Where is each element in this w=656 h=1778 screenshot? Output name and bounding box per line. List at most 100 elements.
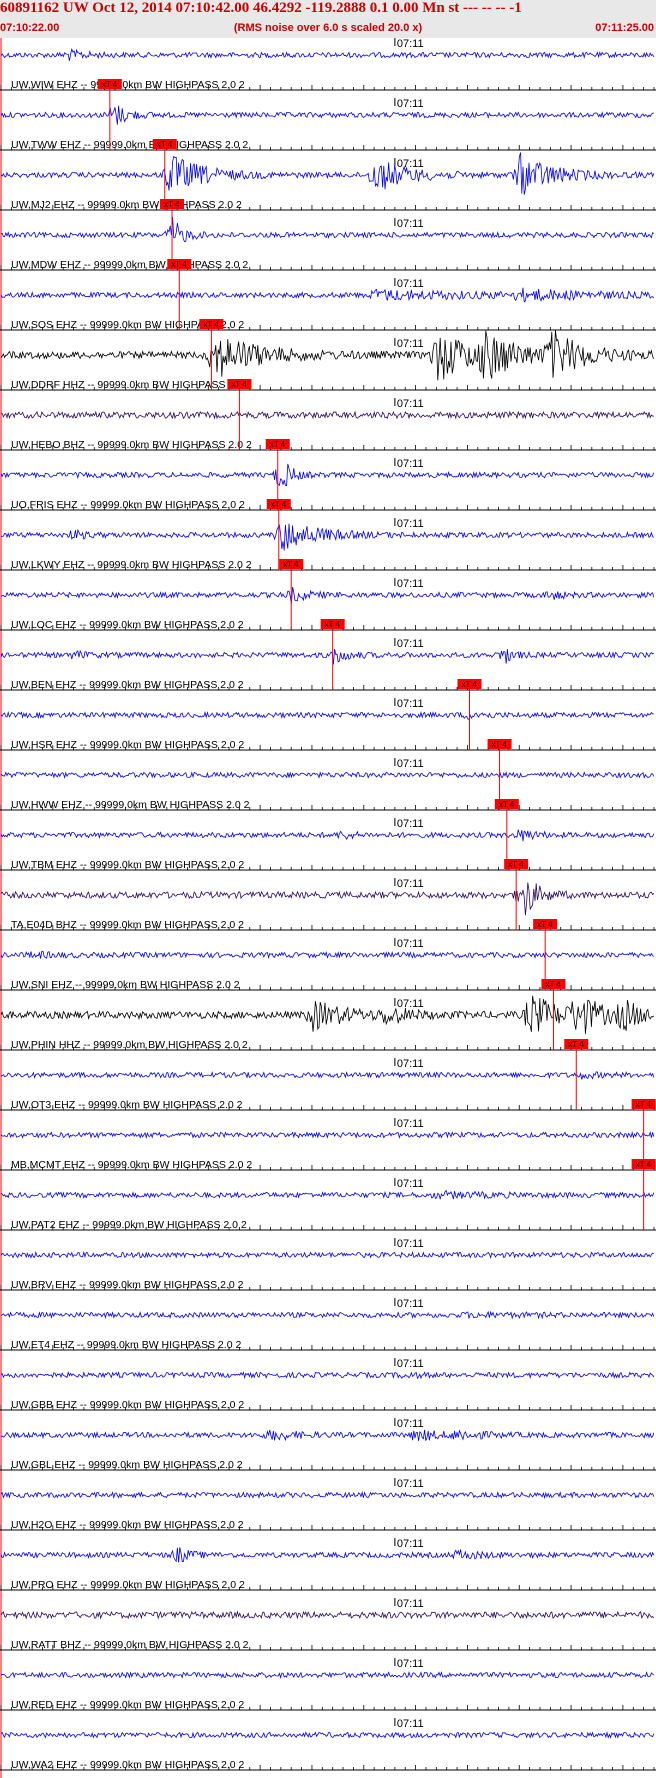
pick-label: xT 4 (545, 980, 561, 989)
pick-label: xT 4 (171, 260, 187, 269)
trace-row: 07:11 UW,WA2 EHZ -- 99999.0km BW HIGHPASS… (0, 1718, 656, 1771)
minute-mark-label: 07:11 (397, 938, 424, 950)
waveform-trace (0, 105, 654, 125)
minute-mark-label: 07:11 (397, 1418, 424, 1430)
header-bar: 60891162 UW Oct 12, 2014 07:10:42.00 46.… (0, 0, 656, 38)
waveform-trace (0, 463, 655, 487)
minute-mark-label: 07:11 (397, 1058, 424, 1070)
station-label: UW,PHIN HHZ -- 99999.0km BW HIGHPASS 2.0… (11, 1039, 248, 1051)
pick-label: xT 4 (271, 500, 287, 509)
station-label: UW,MJ2 EHZ -- 99999.0km BW HIGHPASS 2.0 … (11, 199, 242, 211)
minute-mark-label: 07:11 (397, 1538, 424, 1550)
minute-mark-label: 07:11 (397, 98, 424, 110)
waveform-trace (0, 1610, 655, 1620)
waveform-trace (0, 710, 654, 720)
waveform-trace (0, 950, 655, 960)
pick-label: xT 4 (203, 320, 219, 329)
minute-mark-label: 07:11 (397, 698, 424, 710)
waveform-trace (0, 1310, 655, 1320)
waveform-trace (0, 329, 655, 381)
station-label: UW,RED EHZ -- 99999.0km BW HIGHPASS 2.0 … (11, 1699, 244, 1711)
minute-mark-label: 07:11 (397, 998, 424, 1010)
waveform-trace (0, 217, 655, 242)
station-label: UW,TWW EHZ -- 99999.0km BW HIGHPASS 2.0 … (11, 139, 248, 151)
pick-label: xT 4 (568, 1040, 584, 1049)
trace-row: 07:11 UW,PRO EHZ -- 99999.0km BW HIGHPASS… (0, 1538, 656, 1591)
pick-label: xT 4 (462, 680, 478, 689)
end-time: 07:11:25.00 (595, 22, 654, 34)
waveform-trace (0, 995, 655, 1034)
waveform-trace (0, 523, 655, 551)
waveform-trace (0, 1250, 655, 1260)
station-label: UW,RATT BHZ -- 99999.0km BW HIGHPASS 2.0… (11, 1639, 249, 1651)
station-label: MB,MCMT EHZ -- 99999.0km BW HIGHPASS 2.0… (11, 1159, 252, 1171)
waveform-trace (0, 1547, 655, 1563)
waveform-trace (0, 1130, 655, 1140)
trace-row: 07:11 UW,H2O EHZ -- 99999.0km BW HIGHPASS… (0, 1478, 656, 1531)
trace-row: 07:11 UW,GBB EHZ -- 99999.0km BW HIGHPASS… (0, 1358, 656, 1411)
minute-mark-label: 07:11 (397, 458, 424, 470)
station-label: UW,BEN EHZ -- 99999.0km BW HIGHPASS 2.0 … (11, 679, 244, 691)
station-label: UW,HSR EHZ -- 99999.0km BW HIGHPASS 2.0 … (11, 739, 244, 751)
trace-row: 07:11 UW,ET4 EHZ -- 99999.0km BW HIGHPASS… (0, 1298, 656, 1351)
seismogram-plot: 07:11 UW,WIW EHZ -- 99999.0km BW HIGHPASS… (0, 38, 656, 1778)
waveform-trace (0, 1071, 655, 1080)
pick-label: xT 4 (492, 740, 508, 749)
station-label: UW,H2O EHZ -- 99999.0km BW HIGHPASS 2.0 … (11, 1519, 244, 1531)
trace-row: 07:11 UW,RATT BHZ -- 99999.0km BW HIGHPAS… (0, 1598, 656, 1651)
station-label: UW,LKWY EHZ -- 99999.0km BW HIGHPASS 2.0… (11, 559, 252, 571)
station-label: UW,GBB EHZ -- 99999.0km BW HIGHPASS 2.0 … (11, 1399, 244, 1411)
pick-label: xT 4 (283, 560, 299, 569)
pick-label: xT 4 (102, 80, 118, 89)
station-label: UW,TBM EHZ -- 99999.0km BW HIGHPASS 2.0 … (11, 859, 244, 871)
pick-label: xT 4 (157, 140, 173, 149)
minute-mark-label: 07:11 (397, 1718, 424, 1730)
minute-mark-label: 07:11 (397, 338, 424, 350)
station-label: UW,MDW EHZ -- 99999.0km BW HIGHPASS 2.0 … (11, 259, 248, 271)
station-label: UW,PRO EHZ -- 99999.0km BW HIGHPASS 2.0 … (11, 1579, 245, 1591)
event-title: 60891162 UW Oct 12, 2014 07:10:42.00 46.… (0, 0, 522, 16)
waveform-trace (0, 287, 655, 303)
trace-row: 07:11 UW,GBL EHZ -- 99999.0km BW HIGHPASS… (0, 1418, 656, 1471)
station-label: UW,LOC EHZ -- 99999.0km BW HIGHPASS 2.0 … (11, 619, 244, 631)
pick-label: xT 4 (636, 1160, 652, 1169)
station-label: UW,OT3 EHZ -- 99999.0km BW HIGHPASS 2.0 … (11, 1099, 243, 1111)
minute-mark-label: 07:11 (397, 1178, 424, 1190)
waveform-trace (0, 1371, 655, 1380)
station-label: UW,GBL EHZ -- 99999.0km BW HIGHPASS 2.0 … (11, 1459, 243, 1471)
minute-mark-label: 07:11 (397, 1298, 424, 1310)
waveform-trace (0, 1731, 655, 1739)
pick-label: xT 4 (270, 440, 286, 449)
minute-mark-label: 07:11 (397, 158, 424, 170)
minute-mark-label: 07:11 (397, 218, 424, 230)
minute-mark-label: 07:11 (397, 278, 424, 290)
pick-label: xT 4 (636, 1100, 652, 1109)
waveform-trace (0, 1189, 655, 1200)
minute-mark-label: 07:11 (397, 1238, 424, 1250)
minute-mark-label: 07:11 (397, 1658, 424, 1670)
station-label: UW,BRV EHZ -- 99999.0km BW HIGHPASS 2.0 … (11, 1279, 244, 1291)
waveform-trace (0, 882, 655, 916)
waveform-trace (0, 771, 655, 779)
rms-subtitle: (RMS noise over 6.0 s scaled 20.0 x) (233, 22, 423, 34)
pick-label: xT 4 (231, 380, 247, 389)
minute-mark-label: 07:11 (397, 1118, 424, 1130)
station-label: UW,WIW EHZ -- 99999.0km BW HIGHPASS 2.0 … (11, 79, 245, 91)
station-label: UW,HEBO BHZ -- 99999.0km BW HIGHPASS 2.0… (11, 439, 252, 451)
station-label: UO,FRIS EHZ -- 99999.0km BW HIGHPASS 2.0… (11, 499, 245, 511)
minute-mark-label: 07:11 (397, 518, 424, 530)
minute-mark-label: 07:11 (397, 578, 424, 590)
station-label: UW,HWW EHZ -- 99999.0km BW HIGHPASS 2.0 … (11, 799, 250, 811)
station-label: UW,DDRF HHZ -- 99999.0km BW HIGHPASS 2.0… (11, 379, 252, 391)
waveform-trace (0, 649, 655, 665)
waveform-trace (0, 410, 654, 420)
pick-label: xT 4 (499, 800, 515, 809)
trace-row: 07:11 UW,BRV EHZ -- 99999.0km BW HIGHPASS… (0, 1238, 656, 1291)
minute-mark-label: 07:11 (397, 638, 424, 650)
waveform-trace (0, 1671, 655, 1679)
pick-label: xT 4 (537, 920, 553, 929)
minute-mark-label: 07:11 (397, 38, 424, 50)
station-label: UW,PAT2 EHZ -- 99999.0km BW HIGHPASS 2.0… (11, 1219, 247, 1231)
minute-mark-label: 07:11 (397, 1358, 424, 1370)
station-label: UW,WA2 EHZ -- 99999.0km BW HIGHPASS 2.0 … (11, 1759, 245, 1771)
